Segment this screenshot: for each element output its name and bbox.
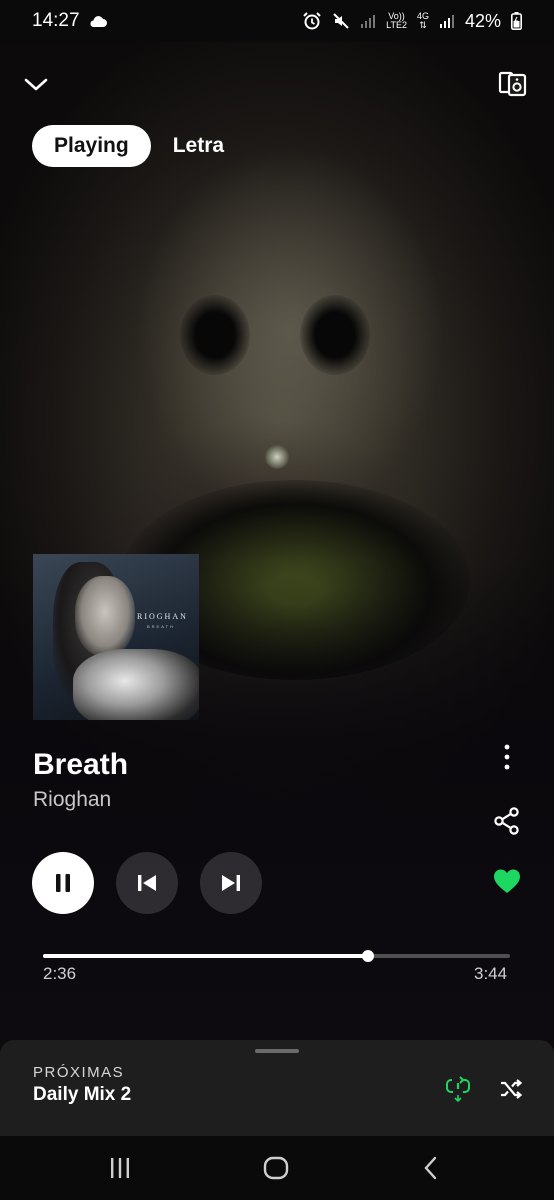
system-nav-bar xyxy=(0,1136,554,1200)
status-time: 14:27 xyxy=(32,10,80,31)
cover-flowers xyxy=(73,649,199,720)
data-arrows-icon: ⇅ xyxy=(419,20,427,30)
elapsed-time: 2:36 xyxy=(43,964,77,983)
background-artwork xyxy=(180,295,250,375)
player-tabs: Playing Letra xyxy=(32,125,224,167)
recent-apps-button[interactable] xyxy=(106,1154,134,1182)
status-icons: Vo)) LTE2 4G ⇅ 42% xyxy=(302,11,522,32)
background-artwork xyxy=(300,295,370,375)
like-button[interactable] xyxy=(492,866,522,896)
network-type: 4G ⇅ xyxy=(417,12,429,30)
cover-title-text: BREATH xyxy=(147,624,175,629)
mute-icon xyxy=(333,13,349,29)
signal-icon xyxy=(439,15,454,28)
cloud-icon xyxy=(90,16,107,27)
collapse-button[interactable] xyxy=(22,70,50,98)
more-vertical-icon xyxy=(504,744,510,770)
repeat-icon xyxy=(446,1076,470,1103)
share-icon xyxy=(494,807,519,835)
cover-artist-text: RIOGHAN xyxy=(137,612,188,621)
tab-playing[interactable]: Playing xyxy=(32,125,151,167)
alarm-icon xyxy=(303,12,321,30)
now-playing-screen: 14:27 Vo)) LTE2 4G ⇅ 42% Playing Letra R… xyxy=(0,0,554,1200)
shuffle-button[interactable] xyxy=(498,1076,524,1102)
sheet-handle[interactable] xyxy=(255,1049,299,1053)
next-button[interactable] xyxy=(200,852,262,914)
status-bar: 14:27 Vo)) LTE2 4G ⇅ 42% xyxy=(0,0,554,42)
share-button[interactable] xyxy=(492,806,522,836)
queue-playlist-name: Daily Mix 2 xyxy=(33,1084,132,1105)
home-button[interactable] xyxy=(262,1154,290,1182)
tab-lyrics[interactable]: Letra xyxy=(173,125,224,167)
progress-thumb[interactable] xyxy=(362,950,375,962)
track-artist[interactable]: Rioghan xyxy=(33,788,111,812)
network-volte: Vo)) LTE2 xyxy=(386,12,407,30)
total-time: 3:44 xyxy=(474,964,508,983)
queue-label: PRÓXIMAS xyxy=(33,1064,125,1081)
progress-bar[interactable] xyxy=(43,950,510,962)
queue-sheet[interactable]: PRÓXIMAS Daily Mix 2 xyxy=(0,1040,554,1136)
signal-icon xyxy=(361,15,376,28)
battery-percent: 42% xyxy=(464,10,501,31)
heart-icon xyxy=(494,869,520,893)
more-options-button[interactable] xyxy=(494,742,520,772)
shuffle-icon xyxy=(501,1079,523,1099)
back-icon xyxy=(424,1156,437,1180)
lte-label: LTE2 xyxy=(386,20,407,30)
previous-button[interactable] xyxy=(116,852,178,914)
home-icon xyxy=(263,1156,289,1180)
track-title[interactable]: Breath xyxy=(33,748,128,782)
album-cover[interactable]: RIOGHAN BREATH xyxy=(33,554,199,720)
pause-button[interactable] xyxy=(32,852,94,914)
pause-icon xyxy=(56,874,70,892)
progress-fill xyxy=(43,954,369,958)
background-artwork xyxy=(265,445,289,469)
devices-icon xyxy=(498,71,527,97)
back-button[interactable] xyxy=(418,1154,446,1182)
chevron-down-icon xyxy=(24,78,48,91)
repeat-button[interactable] xyxy=(444,1074,472,1104)
battery-icon xyxy=(511,12,522,30)
recent-apps-icon xyxy=(111,1158,129,1178)
connect-device-button[interactable] xyxy=(498,70,528,98)
skip-next-icon xyxy=(222,875,240,891)
cover-figure xyxy=(75,576,135,656)
skip-previous-icon xyxy=(138,875,156,891)
